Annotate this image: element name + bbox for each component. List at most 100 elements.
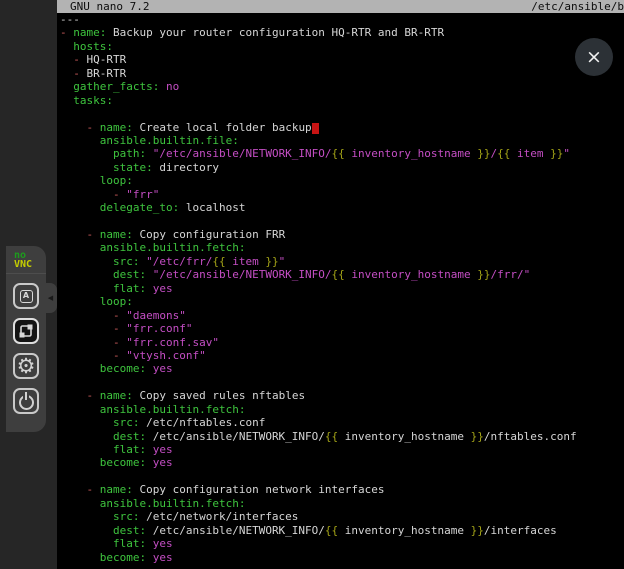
code-token: /frr/" (491, 268, 531, 281)
novnc-logo: no VNC (6, 246, 46, 274)
code-line: src: "/etc/frr/{{ item }}" (60, 255, 624, 268)
code-token: yes (153, 456, 173, 469)
code-token: name: (100, 228, 133, 241)
code-token (60, 40, 73, 53)
code-token: - (87, 121, 100, 134)
code-token: no (166, 80, 179, 93)
code-token (60, 416, 113, 429)
code-token: yes (153, 537, 173, 550)
code-token (60, 430, 113, 443)
code-token: {{ (332, 268, 345, 281)
code-token: " (279, 255, 286, 268)
code-token: /etc/network/interfaces (139, 510, 298, 523)
code-token: }} (550, 147, 563, 160)
keyboard-button[interactable]: A (13, 283, 39, 309)
code-token (60, 510, 113, 523)
code-token (60, 174, 100, 187)
code-token: hosts: (73, 40, 113, 53)
code-token: "/etc/ansible/NETWORK_INFO/ (153, 268, 332, 281)
code-token (60, 362, 100, 375)
editor-content[interactable]: ---- name: Backup your router configurat… (57, 13, 624, 564)
code-line: - "daemons" (60, 309, 624, 322)
code-token: Backup your router configuration HQ-RTR … (106, 26, 444, 39)
fullscreen-button[interactable] (13, 318, 39, 344)
code-line: delegate_to: localhost (60, 201, 624, 214)
code-token: /etc/ansible/NETWORK_INFO/ (146, 524, 325, 537)
settings-button[interactable]: ⚙ (13, 353, 39, 379)
code-token (60, 524, 113, 537)
code-token: - (113, 349, 126, 362)
code-token (60, 497, 100, 510)
code-line: ansible.builtin.fetch: (60, 241, 624, 254)
code-line: dest: "/etc/ansible/NETWORK_INFO/{{ inve… (60, 268, 624, 281)
code-token: "frr.conf" (126, 322, 192, 335)
code-line: dest: /etc/ansible/NETWORK_INFO/{{ inven… (60, 524, 624, 537)
code-token: Copy configuration FRR (133, 228, 285, 241)
code-token (60, 161, 113, 174)
code-token: flat: (113, 282, 146, 295)
code-token: name: (73, 26, 106, 39)
code-token: name: (100, 389, 133, 402)
code-line: hosts: (60, 40, 624, 53)
code-token: {{ (497, 147, 510, 160)
code-token (60, 282, 113, 295)
code-token: flat: (113, 537, 146, 550)
code-token: src: (113, 416, 140, 429)
code-token: - (87, 389, 100, 402)
code-token: gather_facts: (73, 80, 159, 93)
code-token (60, 53, 73, 66)
power-button[interactable] (13, 388, 39, 414)
code-token (146, 268, 153, 281)
code-token: become: (100, 551, 146, 564)
code-token: HQ-RTR (87, 53, 127, 66)
code-token (60, 483, 87, 496)
code-token (146, 147, 153, 160)
code-token: inventory_hostname (345, 147, 477, 160)
code-token (60, 389, 87, 402)
code-token (60, 228, 87, 241)
code-token: /etc/nftables.conf (139, 416, 265, 429)
code-token (146, 362, 153, 375)
code-token: - (113, 309, 126, 322)
code-token (60, 537, 113, 550)
code-token (60, 201, 100, 214)
code-token: dest: (113, 430, 146, 443)
code-token: - (60, 26, 73, 39)
code-token: ansible.builtin.fetch: (100, 403, 246, 416)
code-token: - (73, 67, 86, 80)
code-token (60, 255, 113, 268)
code-token (146, 551, 153, 564)
control-bar-handle[interactable]: ◀ (44, 283, 57, 313)
code-line: - "frr.conf.sav" (60, 336, 624, 349)
code-token (60, 67, 73, 80)
code-line: gather_facts: no (60, 80, 624, 93)
code-token: yes (153, 362, 173, 375)
code-token: dest: (113, 268, 146, 281)
code-token: become: (100, 362, 146, 375)
close-button[interactable]: × (575, 38, 613, 76)
code-token (60, 336, 113, 349)
code-line: loop: (60, 174, 624, 187)
code-token: yes (153, 282, 173, 295)
code-token: {{ (325, 430, 338, 443)
code-token: item (510, 147, 550, 160)
code-line: - "frr" (60, 188, 624, 201)
code-token: --- (60, 13, 80, 26)
code-line: - HQ-RTR (60, 53, 624, 66)
nano-version-label: GNU nano 7.2 (57, 0, 149, 13)
code-line: ansible.builtin.fetch: (60, 497, 624, 510)
code-token: "/etc/ansible/NETWORK_INFO/ (153, 147, 332, 160)
code-line: - name: Create local folder backup (60, 121, 624, 134)
collapse-arrow-icon: ◀ (48, 294, 53, 302)
code-line: - "frr.conf" (60, 322, 624, 335)
code-token (60, 456, 100, 469)
code-token (60, 268, 113, 281)
code-token: loop: (100, 295, 133, 308)
code-token: name: (100, 483, 133, 496)
code-token: ansible.builtin.fetch: (100, 241, 246, 254)
terminal-window[interactable]: GNU nano 7.2 /etc/ansible/b ---- name: B… (57, 0, 624, 569)
code-line: flat: yes (60, 282, 624, 295)
code-line (60, 107, 624, 120)
code-token (60, 94, 73, 107)
code-token: localhost (179, 201, 245, 214)
